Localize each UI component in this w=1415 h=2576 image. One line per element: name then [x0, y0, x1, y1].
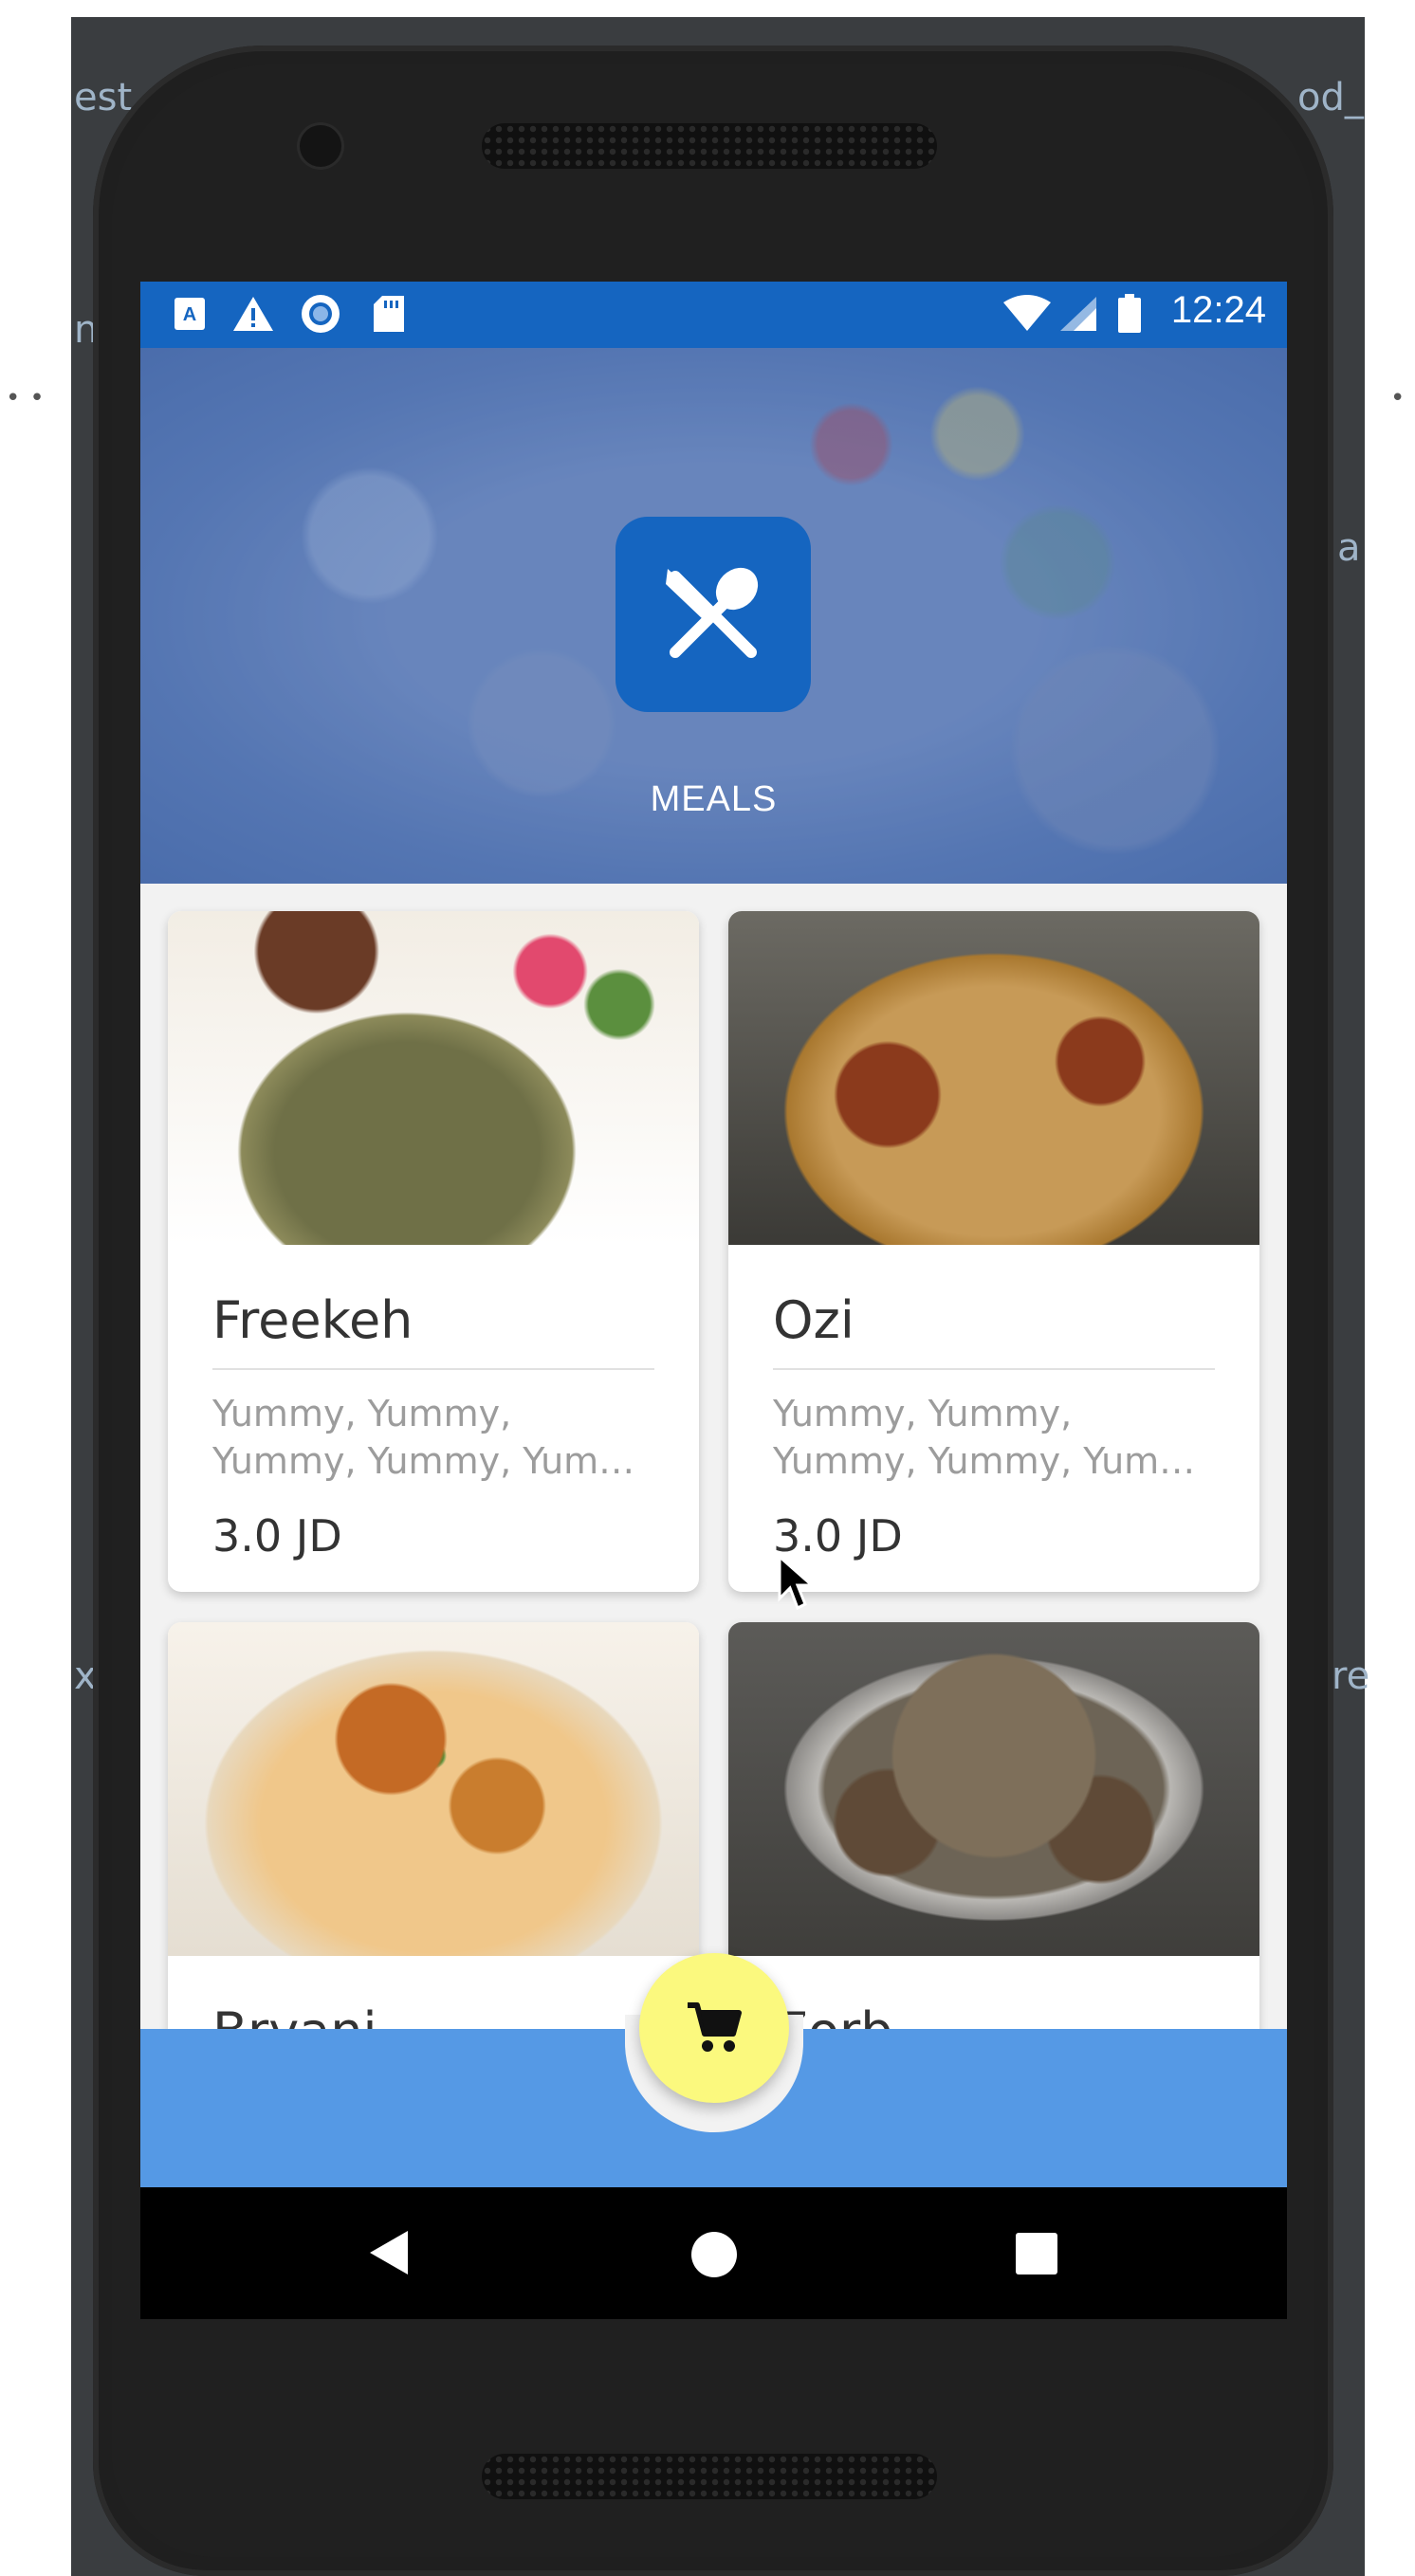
card-divider	[773, 1368, 1215, 1370]
meal-price: 3.0 JD	[212, 1510, 342, 1562]
meal-price: 3.0 JD	[773, 1510, 903, 1562]
sd-card-icon	[372, 295, 406, 333]
a-keyboard-icon: A	[173, 295, 207, 333]
meal-image	[168, 1622, 699, 1956]
recents-icon[interactable]	[1016, 2233, 1057, 2275]
cart-button[interactable]	[639, 1953, 789, 2103]
ide-dots-left: ••	[6, 384, 54, 412]
meal-image	[728, 911, 1259, 1245]
meal-name: Ozi	[773, 1290, 855, 1350]
meals-header: MEALS	[140, 348, 1287, 884]
wifi-icon	[1002, 295, 1053, 333]
front-camera	[300, 125, 341, 167]
status-time: 12:24	[1170, 289, 1266, 331]
meal-description: Yummy, Yummy, Yummy, Yummy, Yum…	[212, 1393, 635, 1482]
card-divider	[212, 1368, 654, 1370]
battery-icon	[1117, 294, 1142, 333]
ide-tab-fragment-left: est	[74, 76, 133, 119]
signal-icon	[1058, 295, 1098, 333]
meal-description: Yummy, Yummy, Yummy, Yummy, Yum…	[773, 1393, 1196, 1482]
phone-screen: A 12:24 MEALS Freekeh Yummy, Yummy, Yumm…	[140, 282, 1287, 2319]
back-icon[interactable]	[368, 2229, 410, 2280]
mouse-cursor-icon	[778, 1555, 816, 1611]
system-nav-bar	[140, 2187, 1287, 2319]
ide-tab-fragment-right: od_	[1297, 76, 1364, 119]
cart-icon	[688, 2002, 742, 2052]
meal-image	[168, 911, 699, 1245]
warning-icon	[231, 295, 275, 333]
svg-text:A: A	[183, 304, 196, 325]
meals-badge[interactable]	[616, 517, 811, 712]
record-icon	[300, 295, 341, 333]
utensils-icon	[666, 567, 759, 658]
meal-card-freekeh[interactable]: Freekeh Yummy, Yummy, Yummy, Yummy, Yum……	[168, 911, 699, 1592]
ide-fragment-right-mid: re	[1332, 1654, 1370, 1698]
ide-fragment-right-upper: a	[1337, 526, 1361, 570]
earpiece-speaker	[482, 123, 937, 169]
home-icon[interactable]	[691, 2232, 737, 2277]
meals-tab-title[interactable]: MEALS	[140, 779, 1287, 820]
meal-name: Freekeh	[212, 1290, 413, 1350]
ide-dots-right: •	[1390, 384, 1415, 412]
meal-image	[728, 1622, 1259, 1956]
meal-card-ozi[interactable]: Ozi Yummy, Yummy, Yummy, Yummy, Yum… 3.0…	[728, 911, 1259, 1592]
bottom-speaker	[482, 2454, 937, 2499]
status-bar: A 12:24	[140, 282, 1287, 348]
